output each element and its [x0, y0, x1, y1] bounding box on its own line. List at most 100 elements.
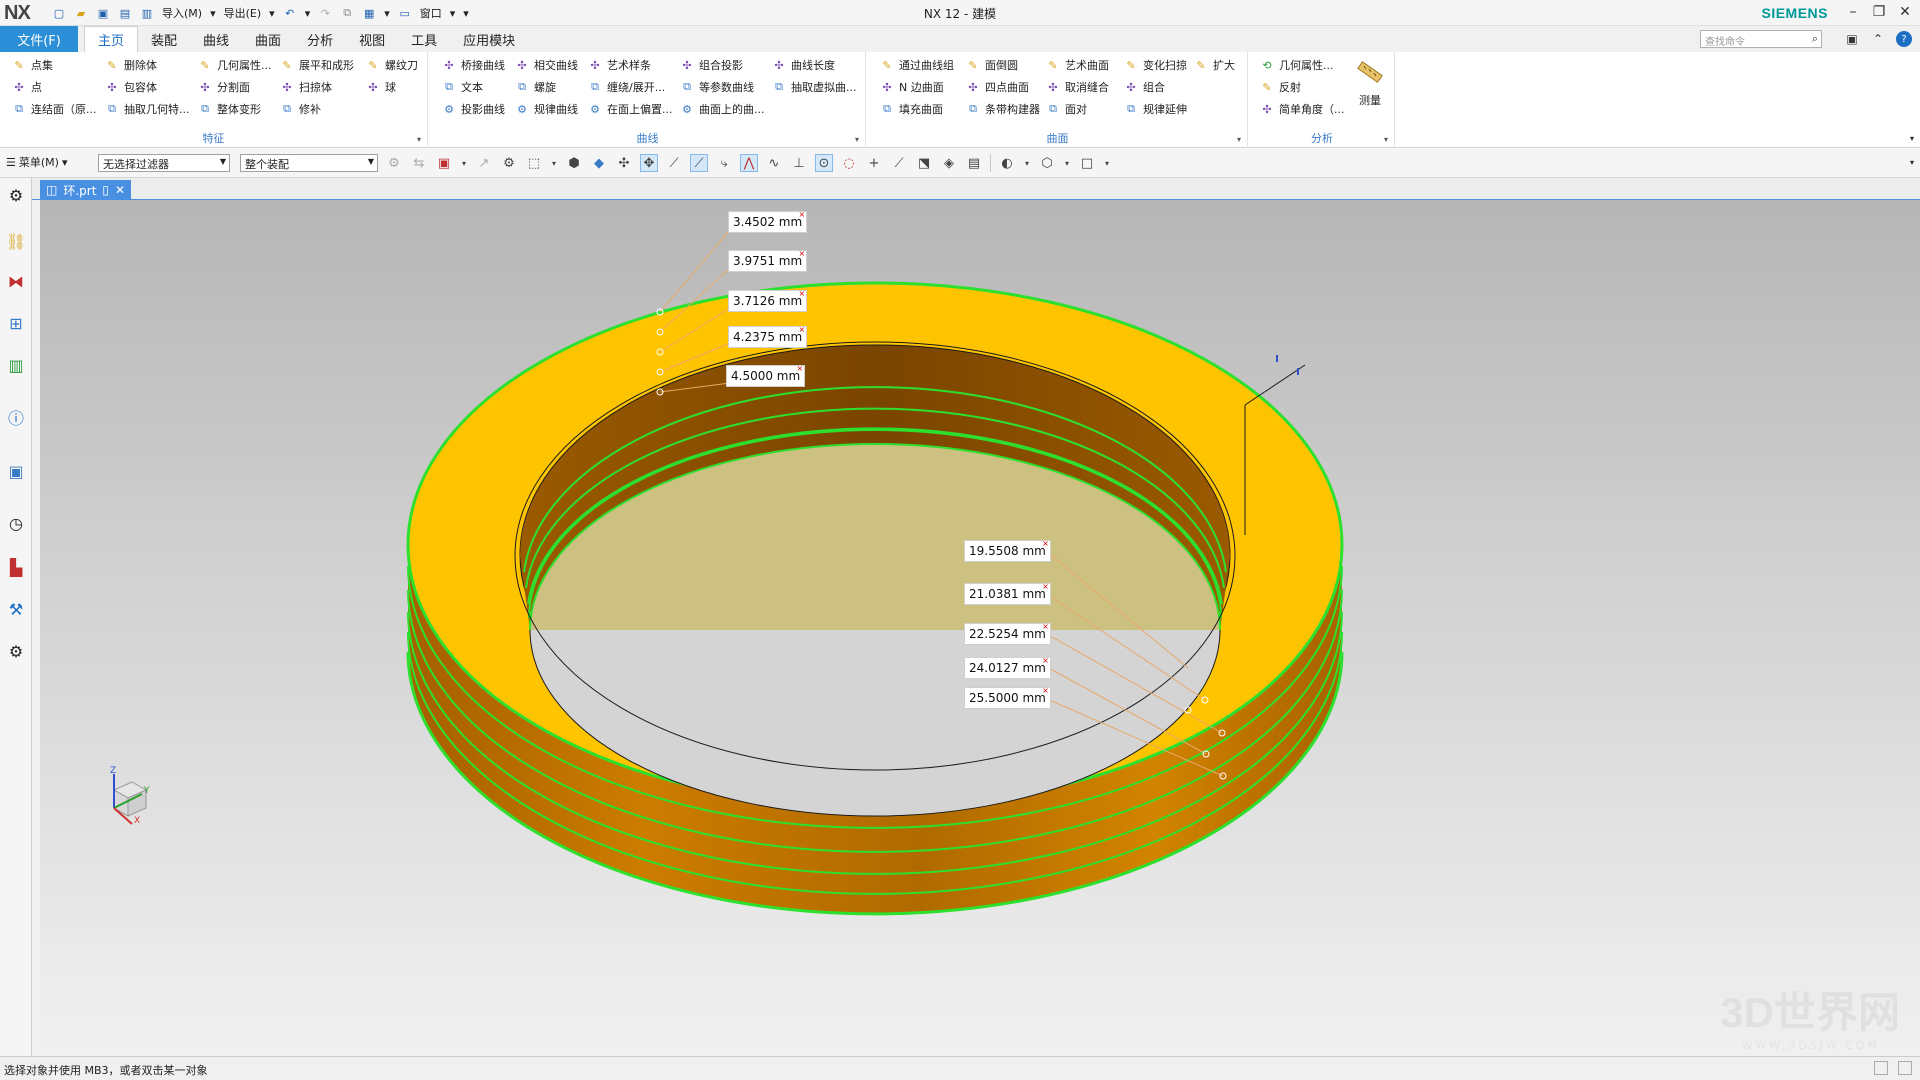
dimension-label[interactable]: 22.5254 mm × — [964, 622, 1051, 645]
ribbon-command[interactable]: ⧉ 连结面（原... — [12, 100, 96, 118]
ribbon-command[interactable]: ✣ 取消缝合 — [1046, 78, 1109, 96]
measure-button[interactable]: 测量 — [1355, 58, 1385, 108]
open-folder-icon[interactable]: ▰ — [72, 4, 90, 22]
ribbon-more-icon[interactable]: ▾ — [1910, 134, 1914, 143]
chevron-down-icon[interactable]: ▾ — [1103, 154, 1111, 172]
perpendicular-icon[interactable]: ⊥ — [790, 154, 808, 172]
undo-icon[interactable]: ↶ — [281, 4, 299, 22]
chevron-down-icon[interactable]: ▾ — [303, 7, 313, 20]
tab-item[interactable]: 应用模块 — [450, 26, 528, 52]
redo-icon[interactable]: ↷ — [316, 4, 334, 22]
tab-item[interactable]: 曲面 — [242, 26, 294, 52]
dimension-label[interactable]: 19.5508 mm × — [964, 539, 1051, 562]
document-tab[interactable]: ◫ 环.prt ▯ ✕ — [40, 180, 132, 200]
ribbon-command[interactable]: ⚙ 曲面上的曲... — [680, 100, 764, 118]
ribbon-command[interactable]: ✣ 简单角度（... — [1260, 100, 1344, 118]
new-file-icon[interactable]: ▢ — [50, 4, 68, 22]
close-icon[interactable]: × — [1042, 622, 1049, 631]
ribbon-command[interactable]: ⧉ 螺旋 — [515, 78, 578, 96]
ribbon-command[interactable]: ⧉ 缠绕/展开... — [588, 78, 673, 96]
ribbon-command[interactable]: ⚙ 规律曲线 — [515, 100, 578, 118]
save-as-icon[interactable]: ▤ — [116, 4, 134, 22]
group-more-icon[interactable]: ▾ — [855, 135, 859, 144]
tab-file[interactable]: 文件(F) — [0, 26, 78, 52]
chevron-down-icon[interactable]: ▾ — [448, 7, 458, 20]
help-icon[interactable]: ? — [1896, 31, 1912, 47]
dimension-label[interactable]: 4.5000 mm × — [726, 364, 806, 387]
restore-icon[interactable]: ❐ — [1870, 2, 1888, 22]
clock-icon[interactable]: ◷ — [5, 512, 27, 534]
window-icon[interactable]: ▭ — [396, 4, 414, 22]
ribbon-command[interactable]: ⧉ 条带构建器 — [966, 100, 1040, 118]
curve-point-icon[interactable]: ∿ — [765, 154, 783, 172]
bounded-grid-icon[interactable]: ◈ — [940, 154, 958, 172]
ribbon-command[interactable]: ✎ 变化扫掠 — [1124, 56, 1187, 74]
scope-select[interactable]: 整个装配 ▼ — [240, 154, 378, 172]
ribbon-command[interactable]: ✎ 扩大 — [1194, 56, 1235, 74]
ribbon-command[interactable]: ✣ 球 — [366, 78, 418, 96]
window-layout-icon[interactable]: ▣ — [1844, 31, 1860, 47]
collapse-ribbon-icon[interactable]: ⌃ — [1870, 31, 1886, 47]
constraint-navigator-icon[interactable]: ⊞ — [5, 312, 27, 334]
ribbon-command[interactable]: ✣ 四点曲面 — [966, 78, 1040, 96]
tab-item[interactable]: 装配 — [138, 26, 190, 52]
close-icon[interactable]: × — [798, 325, 805, 334]
close-icon[interactable]: × — [1042, 656, 1049, 665]
ribbon-command[interactable]: ⧉ 文本 — [442, 78, 505, 96]
ribbon-command[interactable]: ✎ 面倒圆 — [966, 56, 1040, 74]
render-style-icon[interactable]: ◐ — [998, 154, 1016, 172]
endpoint-icon[interactable]: ⟋ — [665, 154, 683, 172]
command-search-input[interactable]: 查找命令 ⌕ — [1700, 30, 1822, 48]
ribbon-command[interactable]: ⧉ 抽取虚拟曲... — [772, 78, 856, 96]
ribbon-command[interactable]: ✣ 组合投影 — [680, 56, 765, 74]
ribbon-command[interactable]: ✣ 曲线长度 — [772, 56, 857, 74]
ribbon-command[interactable]: ⧉ 修补 — [280, 100, 354, 118]
chevron-down-icon[interactable]: ▾ — [1023, 154, 1031, 172]
point-on-curve-icon[interactable]: ⟋ — [890, 154, 908, 172]
selection-filter-select[interactable]: 无选择过滤器 ▼ — [98, 154, 230, 172]
ribbon-command[interactable]: ✣ 桥接曲线 — [442, 56, 505, 74]
control-point-icon[interactable]: ⤷ — [715, 154, 733, 172]
close-icon[interactable]: × — [1042, 582, 1049, 591]
ribbon-command[interactable]: ✎ 反射 — [1260, 78, 1345, 96]
ribbon-command[interactable]: ✣ 组合 — [1124, 78, 1187, 96]
ribbon-command[interactable]: ✎ 螺纹刀 — [366, 56, 418, 74]
ribbon-command[interactable]: ⚙ 投影曲线 — [442, 100, 505, 118]
existing-point-icon[interactable]: + — [865, 154, 883, 172]
ribbon-command[interactable]: ⧉ 面对 — [1046, 100, 1109, 118]
chevron-down-icon[interactable]: ▾ — [382, 7, 392, 20]
process-studio-icon[interactable]: ⚒ — [5, 598, 27, 620]
settings-gear-icon[interactable]: ⚙ — [5, 184, 27, 206]
graphics-window[interactable]: Z Y X 3.4502 mm × 3.9751 mm × 3.7126 mm × 4… — [40, 200, 1920, 1056]
close-icon[interactable]: × — [798, 249, 805, 258]
ribbon-command[interactable]: ✎ 点集 — [12, 56, 97, 74]
assembly-navigator-icon[interactable]: ⧓ — [5, 270, 27, 292]
midpoint-icon[interactable]: ⟋ — [690, 154, 708, 172]
status-info-icon[interactable] — [1898, 1061, 1912, 1075]
dimension-label[interactable]: 3.7126 mm × — [728, 289, 808, 312]
tab-item[interactable]: 曲线 — [190, 26, 242, 52]
group-more-icon[interactable]: ▾ — [1237, 135, 1241, 144]
chevron-down-icon[interactable]: ▾ — [460, 154, 468, 172]
ribbon-command[interactable]: ✎ 展平和成形 — [280, 56, 354, 74]
chevron-down-icon[interactable]: ▾ — [550, 154, 558, 172]
arc-center-icon[interactable]: ⊙ — [815, 154, 833, 172]
intersection-icon[interactable]: ⋀ — [740, 154, 758, 172]
full-screen-icon[interactable] — [1874, 1061, 1888, 1075]
copy-icon[interactable]: ⧉ — [338, 4, 356, 22]
quadrant-icon[interactable]: ◌ — [840, 154, 858, 172]
close-tab-icon[interactable]: ✕ — [115, 183, 125, 197]
history-icon[interactable]: ▣ — [5, 460, 27, 482]
general-selection-icon[interactable]: ⚙ — [385, 154, 403, 172]
group-more-icon[interactable]: ▾ — [1384, 135, 1388, 144]
solid-body-icon[interactable]: ⬢ — [565, 154, 583, 172]
close-icon[interactable]: × — [1042, 686, 1049, 695]
save-icon[interactable]: ▣ — [94, 4, 112, 22]
save-all-icon[interactable]: ▥ — [138, 4, 156, 22]
select-arrow-icon[interactable]: ↗ — [475, 154, 493, 172]
close-icon[interactable]: × — [796, 364, 803, 373]
dimension-label[interactable]: 25.5000 mm × — [964, 686, 1051, 709]
palette-icon[interactable]: ▙ — [5, 556, 27, 578]
orient-view-icon[interactable]: ⬡ — [1038, 154, 1056, 172]
feature-select-icon[interactable]: ⚙ — [500, 154, 518, 172]
